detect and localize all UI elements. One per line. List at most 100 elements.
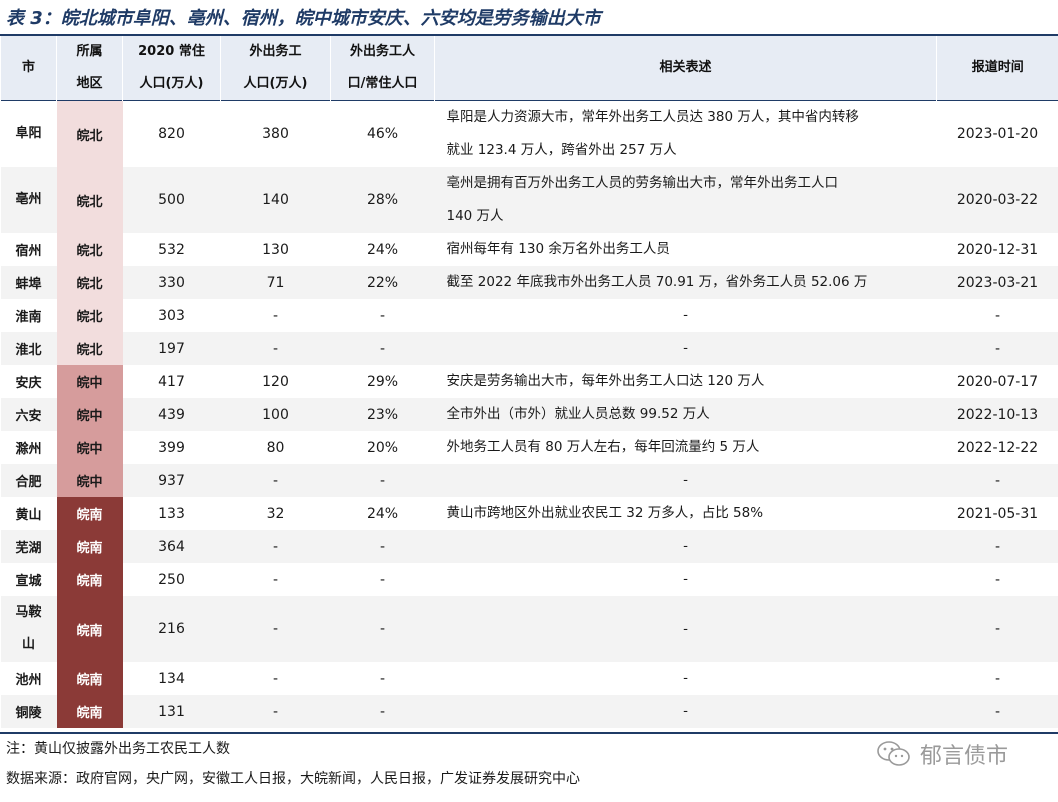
ratio-cell: - [330,332,435,365]
table-row: 安庆 皖中 417 120 29% 安庆是劳务输出大市，每年外出务工人口达 12… [1,365,1058,398]
migrant-cell: 130 [262,241,289,258]
city-cell: 黄山 [15,508,42,523]
table-row: 阜阳 皖北 820 380 46% 阜阳是人力资源大市，常年外出务工人员达 38… [1,100,1058,167]
description-cell: 全市外出（市外）就业人员总数 99.52 万人 [434,398,937,431]
table-title: 表 3：皖北城市阜阳、亳州、宿州，皖中城市安庆、六安均是劳务输出大市 [6,8,601,29]
table-row: 芜湖 皖南 364 - - - - [0,530,1058,563]
description-cell: - [434,464,937,497]
city-cell: 淮北 [0,332,57,365]
date-cell: - [994,670,1001,687]
table-row: 宿州 皖北 532 130 24% 宿州每年有 130 余万名外出务工人员 20… [1,233,1058,266]
population-cell: 216 [122,596,221,662]
footer-divider [0,732,1058,734]
ratio-cell: 23% [330,398,435,431]
header-region: 所属 地区 [56,36,123,101]
date-cell: - [936,464,1058,497]
city-cell: 蚌埠 [0,266,57,299]
header-date: 报道时间 [936,36,1058,101]
table-row: 铜陵 皖南 131 - - - - [0,695,1058,728]
region-cell: 皖南 [56,563,123,596]
migrant-cell: 100 [220,398,331,431]
description-cell: - [683,571,688,587]
region-cell: 皖北 [56,299,123,332]
migrant-cell: 71 [220,266,331,299]
date-cell: 2021-05-31 [956,505,1039,522]
region-cell: 皖中 [56,365,123,398]
region-cell: 皖南 [56,662,123,695]
description-cell: 宿州每年有 130 余万名外出务工人员 [446,241,670,257]
population-cell: 500 [122,167,221,233]
population-cell: 399 [158,439,185,456]
description-cell: - [683,670,688,686]
table-title-bar: 表 3：皖北城市阜阳、亳州、宿州，皖中城市安庆、六安均是劳务输出大市 [0,0,1058,36]
population-cell: 250 [158,571,185,588]
description-cell: 黄山市跨地区外出就业农民工 32 万多人，占比 58% [446,505,764,521]
ratio-cell: 29% [366,373,399,390]
description-cell: 截至 2022 年底我市外出务工人员 70.91 万，省外务工人员 52.06 … [434,266,937,299]
population-cell: 303 [158,307,185,324]
table-row: 合肥 皖中 937 - - - - [0,464,1058,497]
migrant-cell: - [272,571,279,588]
description-cell: - [434,332,937,365]
table-row: 亳州 皖北 500 140 28% 亳州是拥有百万外出务工人员的劳务输出大市，常… [0,167,1058,233]
city-cell: 池州 [15,673,42,688]
city-cell: 六安 [0,398,57,431]
ratio-cell: 24% [366,505,399,522]
city-cell: 亳州 [0,167,57,233]
ratio-cell: - [379,571,386,588]
date-cell: - [936,596,1058,662]
population-cell: 134 [158,670,185,687]
table-header-row: 市 所属 地区 2020 常住 人口(万人) 外出务工 人口(万人) 外出务工人 口/常… [0,36,1058,101]
ratio-cell: - [330,464,435,497]
description-cell: - [434,530,937,563]
description-cell: 阜阳是人力资源大市，常年外出务工人员达 380 万人，其中省内转移 就业 123.… [446,109,859,158]
city-cell: 合肥 [0,464,57,497]
ratio-cell: - [330,695,435,728]
ratio-cell: - [330,596,435,662]
data-source: 数据来源：政府官网，央广网，安徽工人日报，大皖新闻，人民日报，广发证券发展研究中… [6,771,580,787]
date-cell: - [936,332,1058,365]
date-cell: 2022-10-13 [936,398,1058,431]
ratio-cell: - [330,530,435,563]
city-cell: 宿州 [15,244,42,259]
ratio-cell: - [379,670,386,687]
migrant-cell: - [220,596,331,662]
migrant-cell: 120 [262,373,289,390]
date-cell: 2020-07-17 [956,373,1039,390]
table-row: 蚌埠 皖北 330 71 22% 截至 2022 年底我市外出务工人员 70.9… [0,266,1058,299]
migrant-cell: 80 [266,439,285,456]
migrant-cell: - [220,530,331,563]
description-cell: - [683,307,688,323]
migrant-cell: - [220,332,331,365]
description-cell: - [434,695,937,728]
watermark-text: 郁言债市 [920,744,1009,769]
population-cell: 364 [122,530,221,563]
population-cell: 330 [122,266,221,299]
date-cell: 2020-12-31 [956,241,1039,258]
date-cell: 2023-01-20 [956,126,1039,142]
ratio-cell: 20% [366,439,399,456]
table-row: 滁州 皖中 399 80 20% 外地务工人员有 80 万人左右，每年回流量约 … [1,431,1058,464]
city-cell: 马鞍山 [0,596,57,662]
region-cell: 皖北 [56,266,123,299]
region-cell: 皖北 [56,167,123,233]
description-cell: 亳州是拥有百万外出务工人员的劳务输出大市，常年外出务工人口 140 万人 [434,167,937,233]
city-cell: 宣城 [15,574,42,589]
population-cell: 133 [158,505,185,522]
table-row: 六安 皖中 439 100 23% 全市外出（市外）就业人员总数 99.52 万… [0,398,1058,431]
table-note: 注：黄山仅披露外出务工农民工人数 [6,741,230,757]
population-cell: 197 [122,332,221,365]
description-cell: 外地务工人员有 80 万人左右，每年回流量约 5 万人 [446,439,760,455]
region-cell: 皖南 [56,596,123,662]
migrant-cell: - [220,464,331,497]
description-cell: 安庆是劳务输出大市，每年外出务工人口达 120 万人 [446,373,765,389]
table-row: 淮北 皖北 197 - - - - [0,332,1058,365]
table-row: 宣城 皖南 250 - - - - [1,563,1058,596]
table-row: 池州 皖南 134 - - - - [1,662,1058,695]
date-cell: 2023-03-21 [936,266,1058,299]
ratio-cell: 24% [366,241,399,258]
population-cell: 131 [122,695,221,728]
city-cell: 安庆 [15,376,42,391]
migrant-cell: 380 [262,126,289,142]
city-cell: 滁州 [15,442,42,457]
